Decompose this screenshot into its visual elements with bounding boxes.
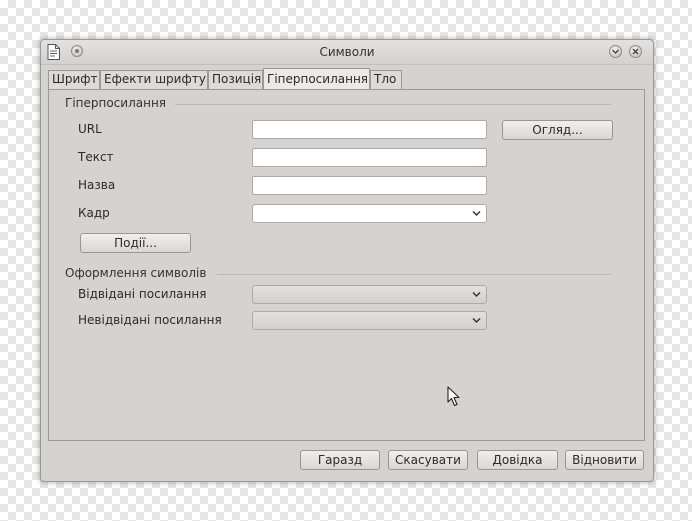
section-divider (217, 274, 611, 275)
mouse-pointer-icon (447, 386, 460, 407)
window-title: Символи (319, 45, 375, 59)
name-label: Назва (78, 178, 116, 192)
text-input[interactable] (252, 148, 487, 167)
visited-links-label: Відвідані посилання (78, 287, 207, 301)
minimize-button[interactable] (609, 45, 622, 58)
close-button[interactable] (629, 45, 642, 58)
hyperlink-section-title: Гіперпосилання (65, 96, 167, 110)
chevron-down-icon (472, 317, 481, 324)
frame-combobox[interactable] (252, 204, 487, 223)
frame-label: Кадр (78, 206, 110, 220)
visited-links-combobox[interactable] (252, 285, 487, 304)
url-input[interactable] (252, 120, 487, 139)
tab-hyperlink[interactable]: Гіперпосилання (263, 68, 370, 89)
text-label: Текст (78, 150, 114, 164)
unvisited-links-combobox[interactable] (252, 311, 487, 330)
section-divider (175, 104, 611, 105)
reset-button[interactable]: Відновити (565, 450, 644, 470)
title-bar[interactable]: Символи (41, 40, 653, 65)
tab-font-effects[interactable]: Ефекти шрифту (100, 70, 208, 89)
name-input[interactable] (252, 176, 487, 195)
unvisited-links-label: Невідвідані посилання (78, 313, 222, 327)
help-button[interactable]: Довідка (477, 450, 558, 470)
symbols-dialog: Символи Шрифт Ефекти шрифту Позиція Гіпе… (40, 39, 654, 482)
ok-button[interactable]: Гаразд (300, 450, 380, 470)
character-styles-section-title: Оформлення символів (65, 266, 207, 280)
chevron-down-icon (612, 49, 619, 54)
events-button[interactable]: Події... (80, 233, 191, 253)
tab-font[interactable]: Шрифт (48, 70, 100, 89)
tab-background[interactable]: Тло (370, 70, 402, 89)
tab-position[interactable]: Позиція (208, 70, 263, 89)
chevron-down-icon (472, 291, 481, 298)
chevron-down-icon (472, 210, 481, 217)
tab-panel: Гіперпосилання URL Огляд... Текст Назва … (48, 89, 645, 441)
url-label: URL (78, 122, 102, 136)
browse-button[interactable]: Огляд... (502, 120, 613, 140)
close-icon (632, 48, 639, 55)
cancel-button[interactable]: Скасувати (388, 450, 468, 470)
